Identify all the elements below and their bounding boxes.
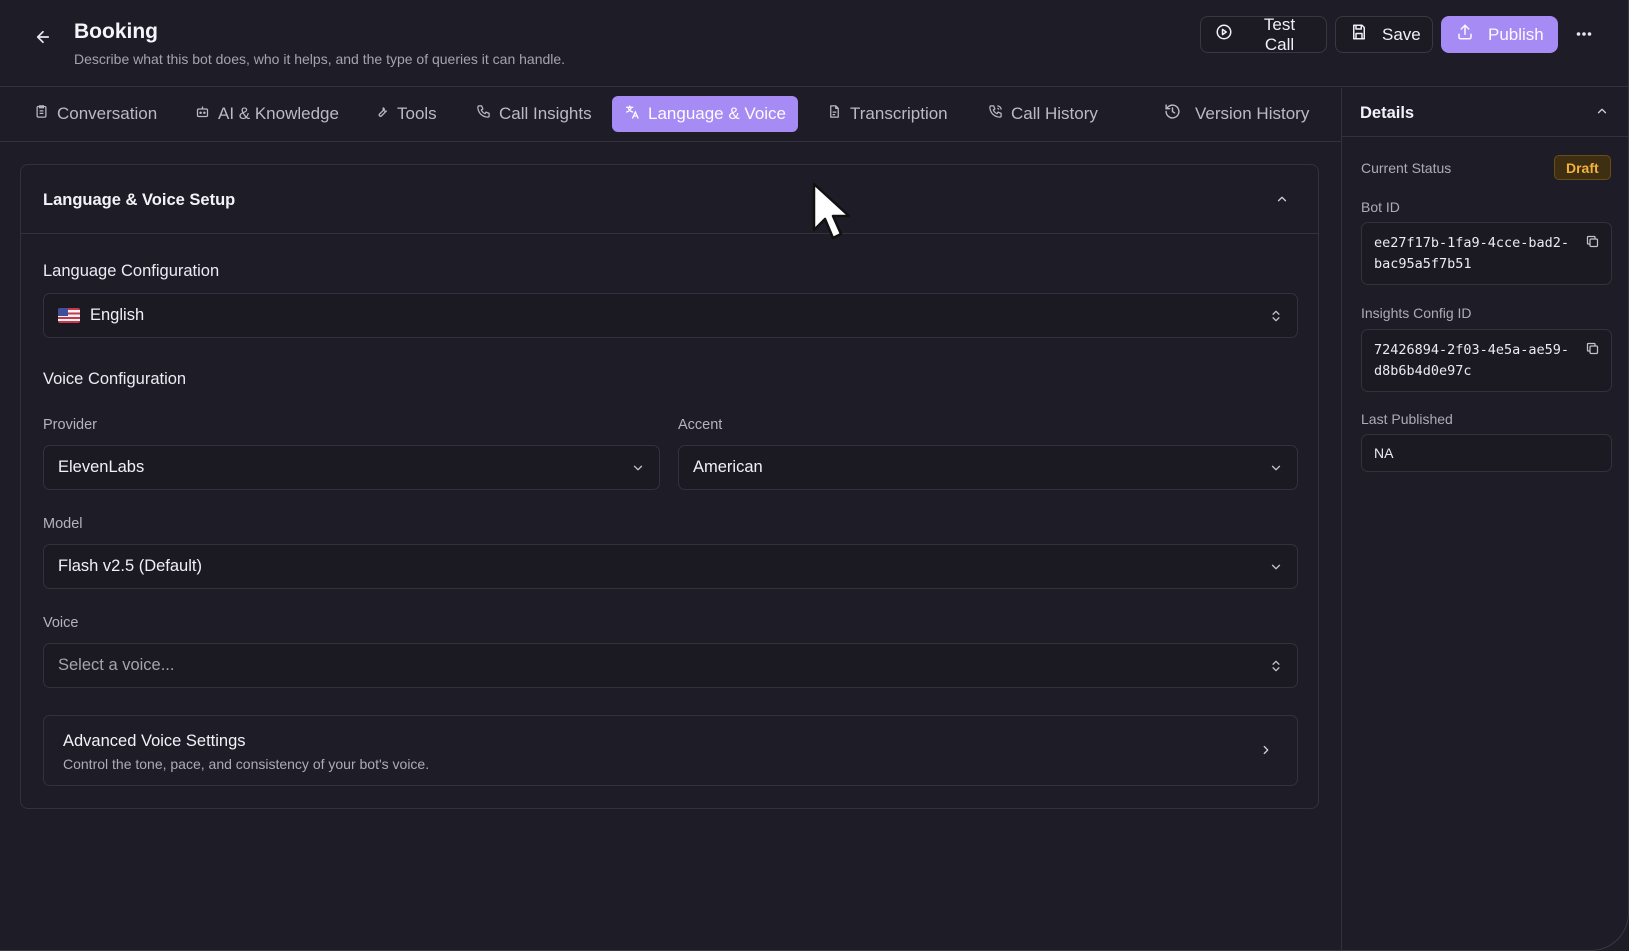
voice-select[interactable]: Select a voice... <box>43 643 1298 688</box>
history-icon <box>1164 103 1181 125</box>
last-published-value: NA <box>1374 445 1394 461</box>
chevron-up-icon[interactable] <box>1592 101 1612 121</box>
more-options-icon[interactable] <box>1570 22 1598 46</box>
details-title: Details <box>1360 104 1415 122</box>
save-button[interactable]: Save <box>1335 16 1433 53</box>
page-subtitle: Describe what this bot does, who it help… <box>74 51 566 67</box>
advanced-voice-settings-description: Control the tone, pace, and consistency … <box>63 756 430 772</box>
phone-icon <box>476 104 491 124</box>
insights-config-id-label: Insights Config ID <box>1361 305 1472 321</box>
chevron-up-icon[interactable] <box>1272 189 1292 209</box>
chevron-down-icon <box>1269 461 1283 475</box>
tab-label: Version History <box>1195 104 1310 123</box>
save-icon <box>1350 23 1368 46</box>
provider-select[interactable]: ElevenLabs <box>43 445 660 490</box>
advanced-voice-settings-row[interactable]: Advanced Voice Settings Control the tone… <box>43 715 1298 786</box>
details-panel: Details Current Status Bot ID ee27f17b-1… <box>1341 88 1628 950</box>
translate-icon <box>624 104 640 125</box>
back-arrow-icon[interactable] <box>30 24 56 50</box>
provider-label: Provider <box>43 417 97 433</box>
accent-label: Accent <box>678 417 723 433</box>
tab-language-voice[interactable]: Language & Voice <box>612 96 799 132</box>
language-value: English <box>90 306 145 324</box>
publish-button[interactable]: Publish <box>1441 16 1558 53</box>
bot-id-label: Bot ID <box>1361 199 1400 215</box>
tab-label: Tools <box>397 104 437 123</box>
chevrons-up-down-icon <box>1269 308 1283 324</box>
status-badge: Draft <box>1554 155 1611 180</box>
copy-icon[interactable] <box>1585 234 1601 250</box>
copy-icon[interactable] <box>1585 341 1601 357</box>
tab-label: Conversation <box>57 104 158 123</box>
test-call-button[interactable]: Test Call <box>1200 14 1327 54</box>
current-status-label: Current Status <box>1361 160 1452 176</box>
app-window: Booking Describe what this bot does, who… <box>0 0 1629 951</box>
tab-label: AI & Knowledge <box>218 104 339 123</box>
bot-id-field: ee27f17b-1fa9-4cce-bad2-bac95a5f7b51 <box>1361 222 1612 285</box>
model-value: Flash v2.5 (Default) <box>58 557 202 575</box>
card-title: Language & Voice Setup <box>43 191 236 209</box>
last-published-label: Last Published <box>1361 411 1453 427</box>
details-header[interactable]: Details <box>1342 88 1628 137</box>
file-text-icon <box>827 104 842 124</box>
language-voice-card: Language & Voice Setup Language Configur… <box>20 164 1319 809</box>
play-circle-icon <box>1215 23 1233 46</box>
tab-call-insights[interactable]: Call Insights <box>464 96 604 132</box>
tab-label: Call History <box>1011 104 1098 123</box>
voice-configuration-heading: Voice Configuration <box>43 370 187 388</box>
tab-tools[interactable]: Tools <box>362 96 449 132</box>
us-flag-icon <box>58 308 80 323</box>
tab-label: Transcription <box>850 104 948 123</box>
language-select[interactable]: English <box>43 293 1298 338</box>
page-header: Booking Describe what this bot does, who… <box>0 0 1628 87</box>
test-call-label: Test Call <box>1263 14 1296 54</box>
voice-placeholder: Select a voice... <box>58 656 175 674</box>
tab-transcription[interactable]: Transcription <box>815 96 960 132</box>
clipboard-icon <box>34 104 49 124</box>
language-configuration-heading: Language Configuration <box>43 262 220 280</box>
tab-label: Language & Voice <box>648 104 787 123</box>
chevron-down-icon <box>1269 560 1283 574</box>
tab-ai-knowledge[interactable]: AI & Knowledge <box>183 96 351 132</box>
chevron-down-icon <box>631 461 645 475</box>
save-label: Save <box>1382 24 1421 44</box>
tab-version-history[interactable]: Version History <box>1152 96 1321 132</box>
wrench-icon <box>374 104 389 124</box>
provider-value: ElevenLabs <box>58 458 145 476</box>
accent-value: American <box>693 458 763 476</box>
tab-conversation[interactable]: Conversation <box>22 96 169 132</box>
insights-config-id-field: 72426894-2f03-4e5a-ae59-d8b6b4d0e97c <box>1361 329 1612 392</box>
upload-icon <box>1456 23 1474 46</box>
chevron-right-icon <box>1259 742 1273 763</box>
phone-call-icon <box>988 104 1003 124</box>
chevrons-up-down-icon <box>1269 658 1283 674</box>
card-header[interactable]: Language & Voice Setup <box>21 165 1318 234</box>
bot-id-value: ee27f17b-1fa9-4cce-bad2-bac95a5f7b51 <box>1374 235 1570 272</box>
voice-label: Voice <box>43 615 79 631</box>
advanced-voice-settings-title: Advanced Voice Settings <box>63 732 246 750</box>
publish-label: Publish <box>1488 24 1544 44</box>
tab-bar: Conversation AI & Knowledge Tools Call I… <box>0 88 1341 142</box>
model-select[interactable]: Flash v2.5 (Default) <box>43 544 1298 589</box>
model-label: Model <box>43 516 83 532</box>
insights-config-id-value: 72426894-2f03-4e5a-ae59-d8b6b4d0e97c <box>1374 342 1570 379</box>
bot-icon <box>195 104 210 124</box>
tab-label: Call Insights <box>499 104 592 123</box>
accent-select[interactable]: American <box>678 445 1298 490</box>
last-published-field: NA <box>1361 434 1612 472</box>
page-title: Booking <box>74 20 158 43</box>
tab-call-history[interactable]: Call History <box>976 96 1110 132</box>
